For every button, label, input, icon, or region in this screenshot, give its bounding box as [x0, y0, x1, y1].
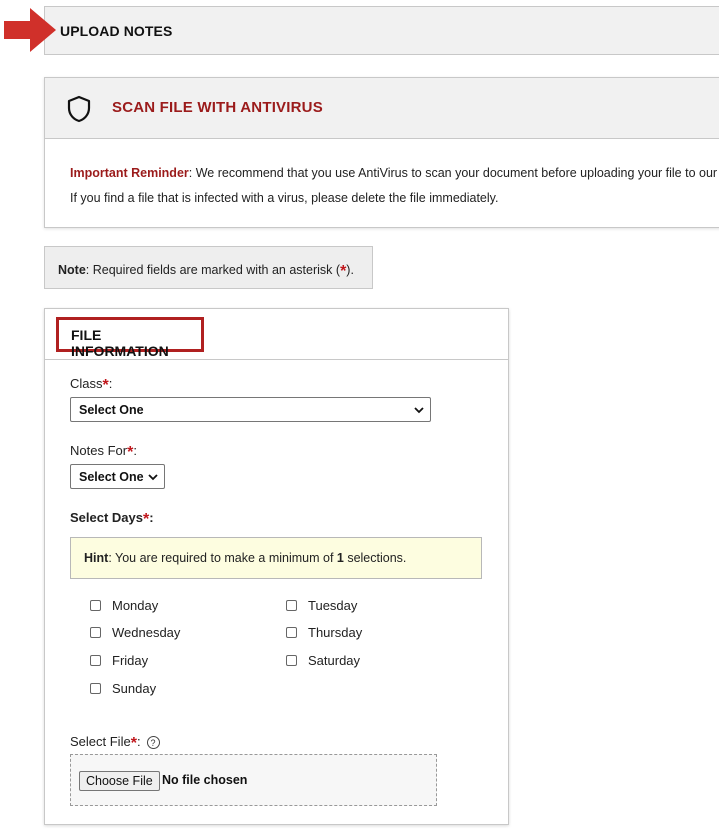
- day-sunday-label: Sunday: [112, 681, 157, 696]
- day-thursday[interactable]: Thursday: [286, 625, 362, 640]
- chevron-down-icon: [148, 474, 158, 481]
- asterisk-icon: *: [102, 377, 109, 394]
- reminder-text: : We recommend that you use AntiVirus to…: [188, 166, 718, 180]
- asterisk-icon: *: [127, 444, 134, 461]
- day-saturday-label: Saturday: [308, 653, 361, 668]
- upload-notes-header: UPLOAD NOTES: [44, 6, 719, 55]
- choose-file-button[interactable]: Choose File: [79, 771, 160, 791]
- day-thursday-label: Thursday: [308, 625, 363, 640]
- hint-text-before: : You are required to make a minimum of: [108, 551, 337, 565]
- checkbox-monday[interactable]: [90, 600, 101, 611]
- class-select-value: Select One: [79, 403, 144, 417]
- asterisk-icon: *: [130, 735, 137, 752]
- note-text-after: ).: [346, 263, 354, 277]
- note-label: Note: [58, 263, 86, 277]
- upload-notes-title: UPLOAD NOTES: [60, 23, 173, 39]
- select-file-label: Select File*:?: [70, 733, 160, 752]
- class-label: Class*:: [70, 376, 113, 394]
- day-sunday[interactable]: Sunday: [90, 681, 156, 696]
- checkbox-saturday[interactable]: [286, 655, 297, 666]
- file-info-header: FILE INFORMATION: [45, 309, 508, 360]
- day-wednesday[interactable]: Wednesday: [90, 625, 180, 640]
- scan-panel-header: SCAN FILE WITH ANTIVIRUS: [45, 78, 719, 139]
- day-tuesday-label: Tuesday: [308, 598, 358, 613]
- day-saturday[interactable]: Saturday: [286, 653, 360, 668]
- note-text: Note: Required fields are marked with an…: [58, 261, 354, 280]
- notes-for-select[interactable]: Select One: [70, 464, 165, 489]
- checkbox-friday[interactable]: [90, 655, 101, 666]
- day-friday-label: Friday: [112, 653, 149, 668]
- hint-label: Hint: [84, 551, 109, 565]
- asterisk-icon: *: [340, 263, 347, 280]
- reminder-line: Important Reminder: We recommend that yo…: [70, 161, 717, 186]
- day-monday[interactable]: Monday: [90, 598, 158, 613]
- day-tuesday[interactable]: Tuesday: [286, 598, 357, 613]
- scan-title: SCAN FILE WITH ANTIVIRUS: [112, 99, 323, 116]
- infected-line: If you find a file that is infected with…: [70, 191, 499, 205]
- checkbox-tuesday[interactable]: [286, 600, 297, 611]
- notes-for-label: Notes For*:: [70, 443, 137, 461]
- file-information-panel: FILE INFORMATION Class*: Select One Note…: [44, 308, 509, 825]
- file-drop-zone[interactable]: Choose File No file chosen: [70, 754, 437, 806]
- day-friday[interactable]: Friday: [90, 653, 148, 668]
- checkbox-sunday[interactable]: [90, 683, 101, 694]
- asterisk-icon: *: [143, 511, 150, 528]
- no-file-text: No file chosen: [162, 773, 248, 787]
- hint-text-after: selections.: [343, 551, 407, 565]
- class-label-text: Class: [70, 376, 103, 391]
- select-file-label-text: Select File: [70, 734, 131, 749]
- select-days-label-text: Select Days: [70, 510, 143, 525]
- help-circle-icon[interactable]: ?: [146, 736, 160, 749]
- checkbox-wednesday[interactable]: [90, 627, 101, 638]
- scan-antivirus-panel: SCAN FILE WITH ANTIVIRUS Important Remin…: [44, 77, 719, 228]
- class-select[interactable]: Select One: [70, 397, 431, 422]
- hint-count: 1: [336, 551, 344, 565]
- required-note: Note: Required fields are marked with an…: [44, 246, 373, 289]
- day-monday-label: Monday: [112, 598, 159, 613]
- notes-for-select-value: Select One: [79, 470, 144, 484]
- arrow-right-icon: [4, 8, 56, 52]
- hint-box: Hint: You are required to make a minimum…: [70, 537, 482, 579]
- notes-for-label-text: Notes For: [70, 443, 128, 458]
- scan-body: Important Reminder: We recommend that yo…: [70, 161, 717, 211]
- file-info-title: FILE INFORMATION: [56, 317, 204, 359]
- select-days-label: Select Days*:: [70, 510, 154, 528]
- chevron-down-icon: [414, 407, 424, 414]
- reminder-label: Important Reminder: [70, 166, 189, 180]
- note-text-before: : Required fields are marked with an ast…: [85, 263, 341, 277]
- shield-icon: [67, 95, 91, 123]
- checkbox-thursday[interactable]: [286, 627, 297, 638]
- day-wednesday-label: Wednesday: [112, 625, 181, 640]
